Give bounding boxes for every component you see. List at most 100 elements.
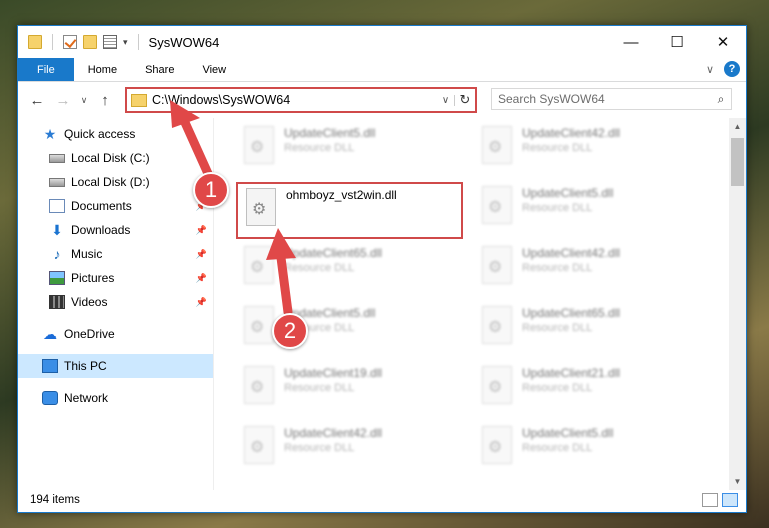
quick-access-toolbar: ▾	[18, 34, 143, 50]
address-dropdown-icon[interactable]: ∨	[437, 94, 455, 106]
target-dll-file[interactable]: ohmboyz_vst2win.dll	[236, 182, 463, 239]
sidebar-item-documents[interactable]: Documents 📌	[18, 194, 213, 218]
file-item[interactable]: UpdateClient5.dllResource DLL	[474, 182, 704, 234]
file-name: UpdateClient5.dll	[522, 426, 614, 440]
disk-icon	[49, 177, 65, 187]
dll-file-icon	[482, 306, 512, 344]
file-item[interactable]: UpdateClient19.dll Resource DLL	[236, 362, 466, 414]
sidebar-item-local-disk-c[interactable]: Local Disk (C:)	[18, 146, 213, 170]
file-item[interactable]: UpdateClient65.dll Resource DLL	[236, 242, 466, 294]
file-description: Resource DLL	[522, 442, 593, 454]
minimize-button[interactable]: —	[608, 26, 654, 58]
status-bar: 194 items	[18, 488, 746, 512]
up-button[interactable]: ↑	[92, 92, 118, 109]
sidebar-item-onedrive[interactable]: ☁ OneDrive	[18, 322, 213, 346]
sidebar-item-label: Quick access	[64, 127, 136, 141]
file-item[interactable]: UpdateClient42.dll Resource DLL	[474, 242, 704, 294]
file-description: Resource DLL	[522, 382, 593, 394]
tab-file[interactable]: File	[18, 58, 74, 81]
scroll-thumb[interactable]	[731, 138, 744, 186]
star-icon: ★	[43, 126, 57, 142]
sidebar-item-label: Downloads	[71, 223, 131, 237]
scroll-up-icon[interactable]: ▲	[729, 118, 746, 135]
back-button[interactable]: ←	[24, 92, 50, 109]
file-description: Resource DLL	[522, 322, 593, 334]
file-description: Resource DLL	[522, 202, 593, 214]
properties-check-icon[interactable]	[63, 35, 77, 49]
file-item[interactable]: UpdateClient5.dllResource DLL	[236, 302, 466, 354]
new-folder-icon[interactable]	[83, 35, 97, 49]
file-item[interactable]: UpdateClient65.dll Resource DLL	[474, 302, 704, 354]
search-input[interactable]: Search SysWOW64	[498, 92, 711, 106]
dll-file-icon	[482, 426, 512, 464]
details-view-icon[interactable]	[702, 493, 718, 507]
search-icon[interactable]: ⌕	[711, 92, 731, 107]
toolbar-divider	[52, 34, 53, 50]
item-count: 194 items	[30, 494, 80, 506]
address-path[interactable]: C:\Windows\SysWOW64	[152, 93, 437, 107]
step-1-badge: 1	[193, 172, 229, 208]
sidebar-item-local-disk-d[interactable]: Local Disk (D:)	[18, 170, 213, 194]
ribbon-right: ∨ ?	[706, 61, 740, 77]
file-explorer-window: ▾ SysWOW64 — ☐ ✕ File Home Share View ∨ …	[17, 25, 747, 513]
dll-file-icon	[482, 186, 512, 224]
tab-home[interactable]: Home	[74, 58, 131, 81]
sidebar-item-label: Videos	[71, 295, 108, 309]
ribbon-tabs: File Home Share View ∨ ?	[18, 58, 746, 82]
tab-share[interactable]: Share	[131, 58, 188, 81]
file-name: UpdateClient42.dll	[284, 426, 383, 440]
file-name: UpdateClient42.dll	[522, 126, 621, 140]
file-description: Resource DLL	[284, 142, 355, 154]
navigation-bar: ← → ∨ ↑ C:\Windows\SysWOW64 ∨ ↻ Search S…	[18, 82, 746, 118]
pictures-icon	[49, 271, 65, 285]
pin-icon[interactable]: 📌	[196, 249, 207, 260]
customize-icon[interactable]	[103, 35, 117, 49]
step-2-badge: 2	[272, 313, 308, 349]
sidebar-item-pictures[interactable]: Pictures 📌	[18, 266, 213, 290]
maximize-button[interactable]: ☐	[654, 26, 700, 58]
music-icon: ♪	[53, 246, 61, 262]
sidebar-item-quick-access[interactable]: ★ Quick access	[18, 122, 213, 146]
file-name: UpdateClient65.dll	[522, 306, 621, 320]
pin-icon[interactable]: 📌	[196, 225, 207, 236]
file-name: UpdateClient65.dll	[284, 246, 383, 260]
file-item[interactable]: UpdateClient42.dll Resource DLL	[474, 122, 704, 174]
sidebar-item-label: Network	[64, 391, 109, 405]
documents-icon	[49, 199, 65, 213]
dll-file-icon	[482, 246, 512, 284]
file-name: UpdateClient21.dll	[522, 366, 621, 380]
sidebar-item-videos[interactable]: Videos 📌	[18, 290, 213, 314]
navigation-pane: ★ Quick access Local Disk (C:) Local Dis…	[18, 118, 214, 490]
file-list: UpdateClient5.dll Resource DLL UpdateClie…	[214, 118, 746, 490]
expand-ribbon-icon[interactable]: ∨	[706, 63, 714, 76]
file-item[interactable]: UpdateClient5.dllResource DLL	[236, 122, 466, 174]
close-button[interactable]: ✕	[700, 26, 746, 58]
qat-dropdown-icon[interactable]: ▾	[123, 37, 128, 48]
pin-icon[interactable]: 📌	[196, 273, 207, 284]
sidebar-item-label: OneDrive	[64, 327, 115, 341]
toolbar-divider	[137, 34, 139, 50]
forward-button[interactable]: →	[50, 92, 76, 109]
file-description: Resource DLL	[522, 262, 593, 274]
help-icon[interactable]: ?	[724, 61, 740, 77]
large-icons-view-icon[interactable]	[722, 493, 738, 507]
vertical-scrollbar[interactable]: ▲ ▼	[729, 118, 746, 490]
refresh-icon[interactable]: ↻	[455, 92, 475, 108]
file-description: Resource DLL	[522, 142, 593, 154]
tab-view[interactable]: View	[188, 58, 240, 81]
recent-locations-icon[interactable]: ∨	[76, 95, 92, 106]
dll-file-icon	[244, 366, 274, 404]
sidebar-item-downloads[interactable]: ⬇ Downloads 📌	[18, 218, 213, 242]
sidebar-item-music[interactable]: ♪ Music 📌	[18, 242, 213, 266]
file-item[interactable]: UpdateClient21.dll Resource DLL	[474, 362, 704, 414]
sidebar-item-network[interactable]: Network	[18, 386, 213, 410]
dll-file-icon	[246, 188, 276, 226]
address-bar[interactable]: C:\Windows\SysWOW64 ∨ ↻	[125, 87, 477, 113]
pin-icon[interactable]: 📌	[196, 297, 207, 308]
disk-icon	[49, 153, 65, 163]
dll-file-icon	[244, 306, 274, 344]
file-item[interactable]: UpdateClient42.dll Resource DLL	[236, 422, 466, 474]
file-item[interactable]: UpdateClient5.dll Resource DLL	[474, 422, 704, 474]
sidebar-item-this-pc[interactable]: This PC	[18, 354, 213, 378]
search-box[interactable]: Search SysWOW64 ⌕	[491, 88, 732, 110]
